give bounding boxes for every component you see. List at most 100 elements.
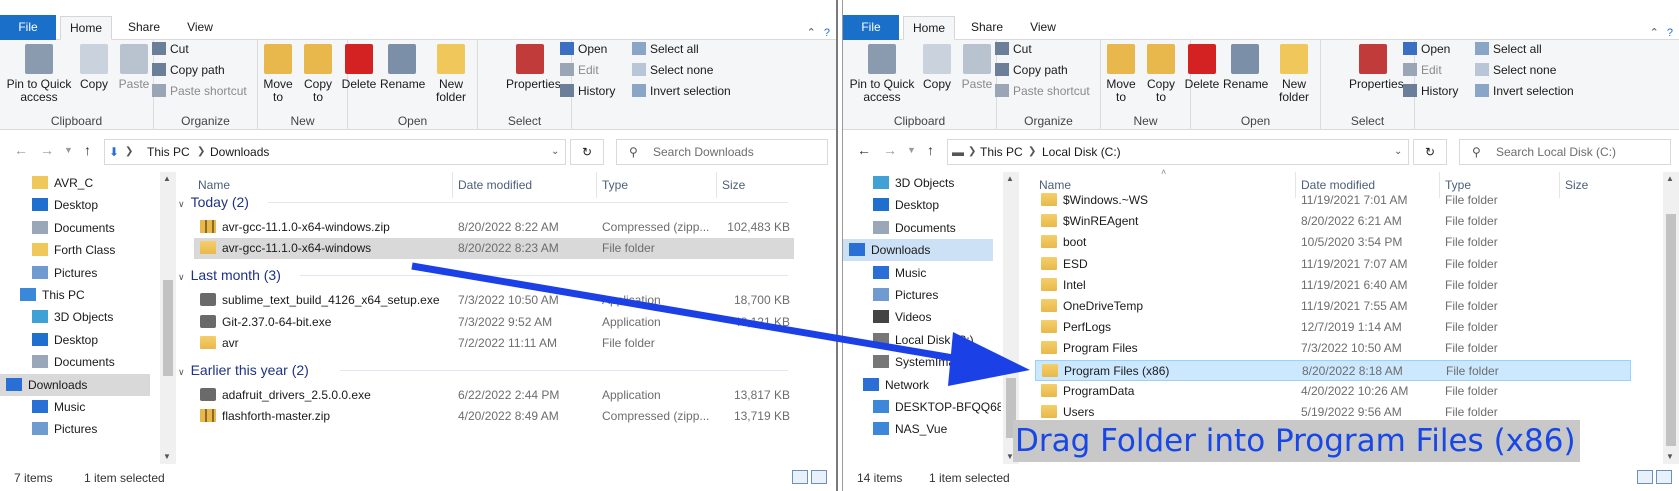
file-row[interactable]: sublime_text_build_4126_x64_setup.exe 7/3… (194, 290, 794, 311)
nav-item-systemimage-d-[interactable]: SystemImage (D:) (867, 351, 993, 373)
group-header[interactable]: ∨ Earlier this year (2) (178, 361, 309, 381)
new-folder-button[interactable]: New folder (434, 44, 468, 104)
tab-share[interactable]: Share (963, 16, 1011, 40)
properties-button[interactable]: Properties (506, 44, 561, 91)
paste-shortcut-button[interactable]: Paste shortcut (152, 82, 247, 100)
large-icons-view-icon[interactable] (1656, 470, 1672, 484)
folder-row[interactable]: boot 10/5/2020 3:54 PM File folder (1035, 232, 1631, 253)
properties-button[interactable]: Properties (1349, 44, 1404, 91)
nav-item-downloads[interactable]: Downloads (0, 373, 150, 396)
help-icon[interactable]: ? (1667, 27, 1673, 39)
title-bar[interactable] (843, 0, 1679, 8)
folder-row[interactable]: Program Files (x86) 8/20/2022 8:18 AM File… (1035, 359, 1631, 381)
nav-item-nas-vue[interactable]: NAS_Vue (867, 418, 993, 440)
column-date[interactable]: Date modified (458, 174, 532, 196)
nav-item-network[interactable]: Network (857, 374, 993, 396)
move-to-button[interactable]: Move to (1105, 44, 1137, 104)
scroll-thumb[interactable] (1666, 214, 1676, 446)
search-input[interactable]: ⚲ Search Local Disk (C:) (1459, 139, 1671, 165)
details-view-icon[interactable] (1637, 470, 1653, 484)
folder-row[interactable]: $Windows.~WS 11/19/2021 7:01 AM File folde… (1035, 190, 1631, 211)
paste-button[interactable]: Paste (959, 44, 995, 91)
tab-file[interactable]: File (0, 15, 56, 40)
recent-dropdown-icon[interactable]: ▼ (64, 145, 73, 155)
scroll-thumb[interactable] (163, 280, 173, 376)
nav-item-documents[interactable]: Documents (26, 351, 150, 373)
folder-row[interactable]: ProgramData 4/20/2022 10:26 AM File folder (1035, 381, 1631, 402)
open-button[interactable]: Open (1403, 40, 1450, 58)
nav-scrollbar[interactable]: ▲ ▼ (160, 172, 176, 464)
file-row[interactable]: adafruit_drivers_2.5.0.0.exe 6/22/2022 2:… (194, 385, 794, 406)
file-row[interactable]: Git-2.37.0-64-bit.exe 7/3/2022 9:52 AM App… (194, 312, 794, 333)
copy-to-button[interactable]: Copy to (1143, 44, 1179, 104)
title-bar[interactable] (0, 0, 836, 8)
rename-button[interactable]: Rename (380, 44, 425, 91)
refresh-button[interactable]: ↻ (1413, 139, 1447, 165)
nav-item-3d-objects[interactable]: 3D Objects (26, 306, 150, 328)
tab-view[interactable]: View (1021, 16, 1065, 40)
nav-item-desktop[interactable]: Desktop (867, 194, 993, 216)
breadcrumb-this-pc[interactable]: This PC (980, 140, 1023, 164)
collapse-icon[interactable]: ∨ (178, 199, 185, 209)
list-scrollbar[interactable]: ▲ ▼ (1663, 172, 1679, 464)
group-header[interactable]: ∨ Today (2) (178, 193, 249, 213)
pin-quick-access-button[interactable]: Pin to Quick access (847, 44, 917, 104)
details-view-icon[interactable] (792, 470, 808, 484)
copy-to-button[interactable]: Copy to (300, 44, 336, 104)
select-all-button[interactable]: Select all (632, 40, 699, 58)
up-icon[interactable]: ↑ (84, 142, 91, 158)
folder-row[interactable]: ESD 11/19/2021 7:07 AM File folder (1035, 254, 1631, 275)
delete-button[interactable]: Delete (1183, 44, 1221, 91)
nav-item-downloads[interactable]: Downloads (843, 239, 993, 262)
back-icon[interactable]: ← (14, 142, 28, 158)
scroll-up-icon[interactable]: ▲ (163, 174, 171, 183)
view-toggle[interactable] (792, 470, 830, 486)
nav-item-desktop-bfqq68t[interactable]: DESKTOP-BFQQ68T (867, 396, 1001, 418)
pin-quick-access-button[interactable]: Pin to Quick access (4, 44, 74, 104)
chevron-down-icon[interactable]: ⌄ (551, 140, 559, 164)
move-to-button[interactable]: Move to (262, 44, 294, 104)
up-icon[interactable]: ↑ (927, 142, 934, 158)
nav-item-music[interactable]: Music (26, 396, 150, 418)
group-header[interactable]: ∨ Last month (3) (178, 266, 281, 286)
address-input[interactable]: ⬇ ❯ This PC ❯ Downloads ⌄ (104, 139, 566, 165)
file-row[interactable]: avr-gcc-11.1.0-x64-windows 8/20/2022 8:23… (194, 238, 794, 260)
copy-path-button[interactable]: Copy path (152, 61, 225, 79)
select-none-button[interactable]: Select none (1475, 61, 1556, 79)
nav-item-forth-class[interactable]: Forth Class (26, 239, 150, 261)
nav-item-desktop[interactable]: Desktop (26, 329, 150, 351)
invert-selection-button[interactable]: Invert selection (632, 82, 731, 100)
folder-row[interactable]: Program Files 7/3/2022 10:50 AM File folde… (1035, 338, 1631, 359)
copy-button[interactable]: Copy (919, 44, 955, 91)
breadcrumb-downloads[interactable]: Downloads (210, 140, 269, 164)
nav-item-3d-objects[interactable]: 3D Objects (867, 172, 993, 194)
tab-file[interactable]: File (843, 15, 899, 40)
edit-button[interactable]: Edit (1403, 61, 1442, 79)
ribbon-collapse-icon[interactable]: ⌃ (1650, 27, 1659, 39)
copy-path-button[interactable]: Copy path (995, 61, 1068, 79)
file-row[interactable]: avr 7/2/2022 11:11 AM File folder (194, 333, 794, 354)
new-folder-button[interactable]: New folder (1277, 44, 1311, 104)
address-input[interactable]: ▬ ❯ This PC ❯ Local Disk (C:) ⌄ (947, 139, 1409, 165)
tab-home[interactable]: Home (903, 16, 955, 40)
nav-item-documents[interactable]: Documents (26, 217, 150, 239)
breadcrumb-this-pc[interactable]: This PC (147, 140, 190, 164)
tab-share[interactable]: Share (120, 16, 168, 40)
file-row[interactable]: avr-gcc-11.1.0-x64-windows.zip 8/20/2022 … (194, 217, 794, 238)
open-button[interactable]: Open (560, 40, 607, 58)
tab-home[interactable]: Home (60, 16, 112, 40)
invert-selection-button[interactable]: Invert selection (1475, 82, 1574, 100)
nav-item-music[interactable]: Music (867, 262, 993, 284)
collapse-icon[interactable]: ∨ (178, 272, 185, 282)
nav-item-this-pc[interactable]: This PC (14, 284, 150, 306)
nav-item-local-disk-c-[interactable]: Local Disk (C:) (867, 329, 993, 351)
folder-row[interactable]: $WinREAgent 8/20/2022 6:21 AM File folder (1035, 211, 1631, 232)
scroll-up-icon[interactable]: ▲ (1006, 174, 1014, 183)
copy-button[interactable]: Copy (76, 44, 112, 91)
tab-view[interactable]: View (178, 16, 222, 40)
recent-dropdown-icon[interactable]: ▼ (907, 145, 916, 155)
refresh-button[interactable]: ↻ (570, 139, 604, 165)
back-icon[interactable]: ← (857, 142, 871, 158)
nav-item-pictures[interactable]: Pictures (26, 418, 150, 440)
search-input[interactable]: ⚲ Search Downloads (616, 139, 828, 165)
